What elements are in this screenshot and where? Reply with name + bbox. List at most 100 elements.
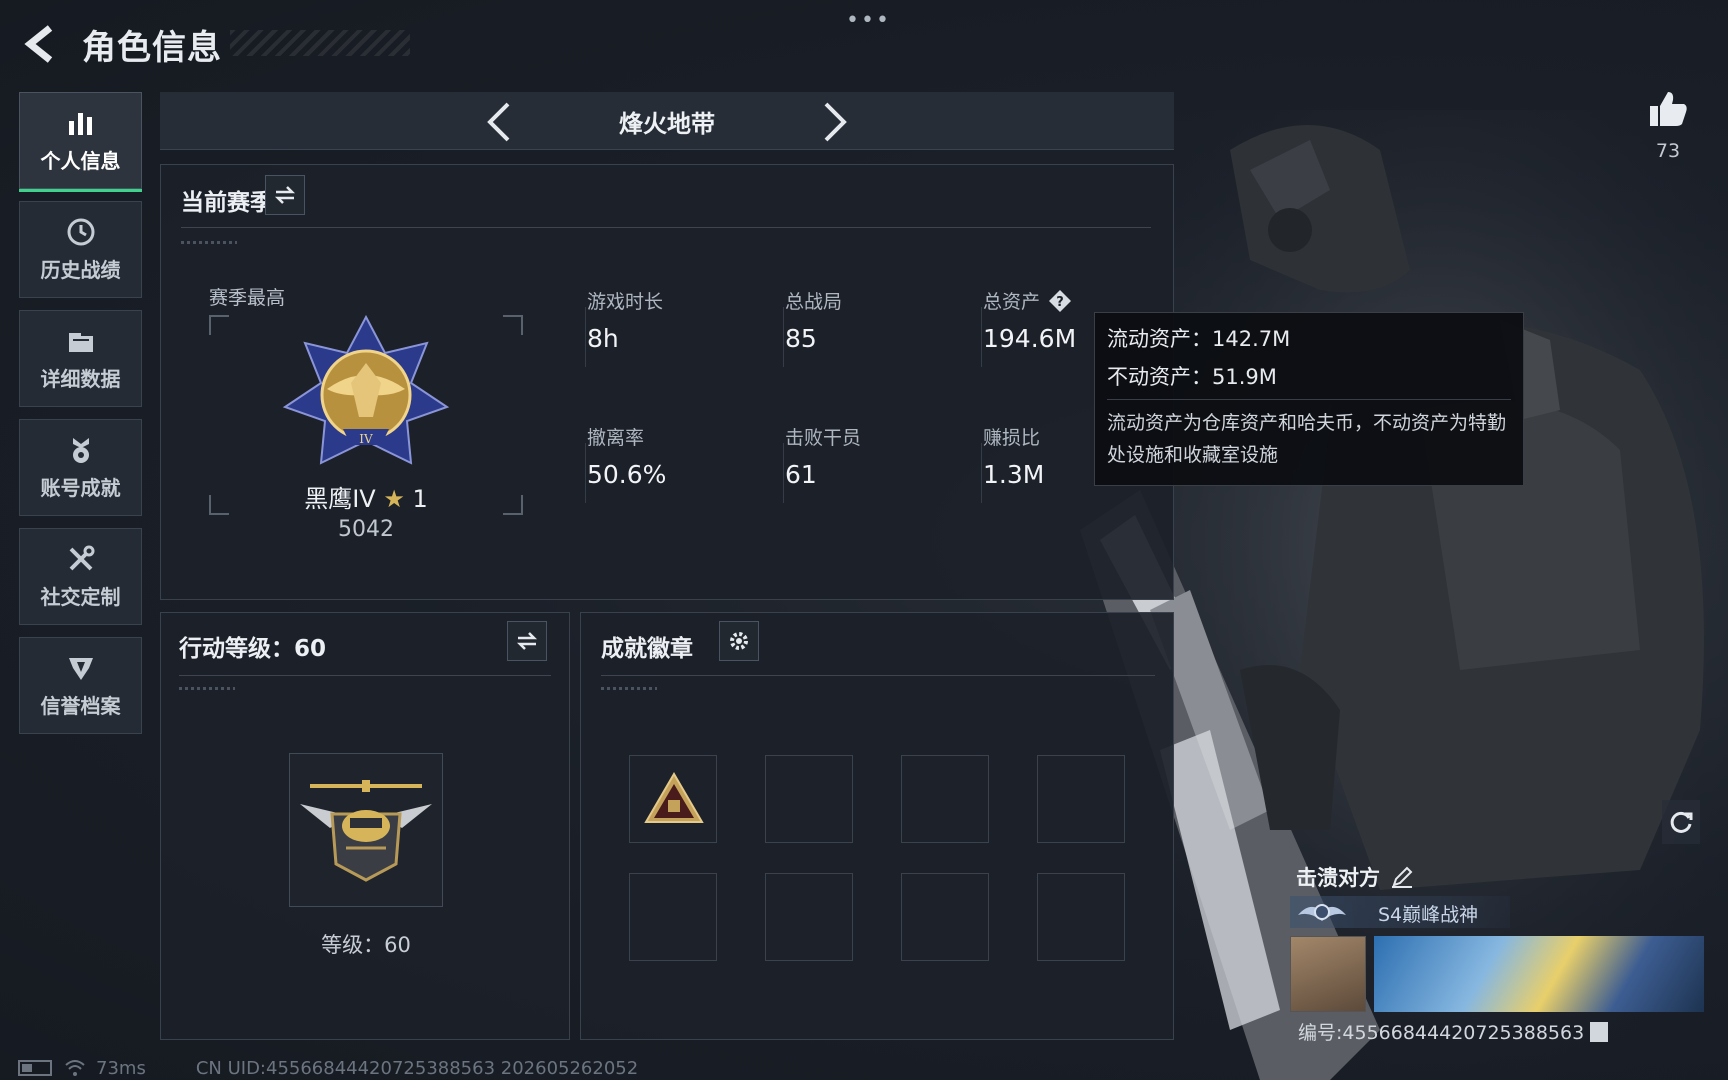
- assets-tooltip: 流动资产：142.7M 不动资产：51.9M 流动资产为仓库资产和哈夫币，不动资…: [1094, 312, 1524, 486]
- medal-icon: [72, 438, 89, 463]
- divider: [179, 675, 551, 676]
- refresh-button[interactable]: [1662, 800, 1700, 844]
- sidebar: 个人信息 历史战绩 详细数据 账号成就 社交定制 信誉档案: [19, 92, 143, 746]
- divider: [585, 443, 586, 503]
- battery-icon: [18, 1060, 52, 1076]
- title-decoration: [230, 30, 410, 56]
- bar-chart-icon: [68, 113, 92, 135]
- sidebar-item-label: 账号成就: [40, 476, 121, 500]
- gear-icon: [730, 632, 748, 650]
- season-switch-button[interactable]: [265, 175, 305, 215]
- level-badge-frame: [289, 753, 443, 907]
- profile-uid: 编号:45566844420725388563: [1298, 1022, 1585, 1044]
- badge-slot-1[interactable]: [629, 755, 717, 843]
- badge-slot-4[interactable]: [1037, 755, 1125, 843]
- badge-slot-5[interactable]: [629, 873, 717, 961]
- sidebar-item-label: 信誉档案: [40, 694, 121, 718]
- swap-icon: [516, 632, 538, 650]
- stat-label: 击败干员: [785, 427, 862, 449]
- achievement-panel-title: 成就徽章: [601, 636, 693, 662]
- shield-badge-icon: [68, 658, 93, 680]
- divider: [981, 307, 982, 367]
- stat-value: 50.6%: [587, 460, 667, 489]
- profile-banner: [1374, 936, 1704, 1012]
- wifi-icon: [65, 1060, 85, 1076]
- refresh-icon: [1670, 811, 1693, 833]
- frame-corner: [503, 315, 523, 335]
- wings-badge-icon: [1298, 904, 1346, 921]
- like-button[interactable]: 73: [1640, 88, 1696, 162]
- star-icon: ★: [383, 485, 405, 513]
- badge-slot-6[interactable]: [765, 873, 853, 961]
- svg-text:?: ?: [1056, 295, 1064, 310]
- achievement-badges-panel: 成就徽章: [580, 612, 1174, 1040]
- stat-label: 总资产: [983, 291, 1041, 313]
- sidebar-item-personal-info[interactable]: 个人信息: [19, 92, 142, 192]
- edit-icon[interactable]: [1390, 865, 1414, 889]
- stat-label-row: 总资产 ?: [983, 287, 1163, 314]
- tooltip-fixed-assets: 不动资产：51.9M: [1107, 365, 1277, 389]
- level-switch-button[interactable]: [507, 621, 547, 661]
- tick-decoration: [181, 241, 237, 244]
- card-title-row: 击溃对方: [1296, 862, 1414, 892]
- profile-card: 击溃对方 S4巅峰战神 编号:45566844420725388563: [1290, 862, 1710, 1045]
- helicopter-badge-icon: [300, 780, 432, 882]
- frame-corner: [209, 315, 229, 335]
- sidebar-item-social[interactable]: 社交定制: [19, 528, 142, 625]
- sidebar-item-achievements[interactable]: 账号成就: [19, 419, 142, 516]
- tools-icon: [69, 545, 94, 571]
- sidebar-item-label: 历史战绩: [40, 258, 121, 282]
- tooltip-liquid-assets: 流动资产：142.7M: [1107, 327, 1291, 351]
- thumbs-up-icon: [1650, 92, 1687, 126]
- badge-slot-3[interactable]: [901, 755, 989, 843]
- swap-icon: [274, 186, 296, 204]
- stat-play-time: 游戏时长 8h: [587, 287, 767, 353]
- rank-badge-icon: IV: [282, 314, 450, 465]
- avatar[interactable]: [1290, 936, 1366, 1012]
- copy-icon[interactable]: [1590, 1021, 1609, 1042]
- divider: [783, 443, 784, 503]
- tick-decoration: [179, 687, 235, 690]
- title-badge: S4巅峰战神: [1290, 896, 1510, 928]
- badge-slot-7[interactable]: [901, 873, 989, 961]
- sidebar-item-history[interactable]: 历史战绩: [19, 201, 142, 298]
- status-bar: 73ms CN UID:45566844420725388563 2026052…: [18, 1056, 918, 1080]
- back-arrow-icon[interactable]: [20, 22, 60, 66]
- chevron-right-icon[interactable]: [818, 100, 852, 144]
- badge-slot-8[interactable]: [1037, 873, 1125, 961]
- rank-name-row: 黑鹰IV ★ 1: [209, 479, 523, 514]
- stat-operators-defeated: 击败干员 61: [785, 423, 965, 489]
- sidebar-item-reputation[interactable]: 信誉档案: [19, 637, 142, 734]
- clock-icon: [67, 218, 94, 246]
- card-title: 击溃对方: [1296, 866, 1380, 890]
- profile-uid-row: 编号:45566844420725388563: [1298, 1018, 1609, 1045]
- folder-icon: [68, 333, 93, 352]
- badge-slot-2[interactable]: [765, 755, 853, 843]
- svg-text:IV: IV: [359, 432, 373, 446]
- tick-decoration: [601, 687, 657, 690]
- sidebar-item-details[interactable]: 详细数据: [19, 310, 142, 407]
- help-icon[interactable]: ?: [1048, 289, 1072, 313]
- title-badge-text: S4巅峰战神: [1378, 904, 1479, 926]
- tooltip-description: 流动资产为仓库资产和哈夫币，不动资产为特勤处设施和收藏室设施: [1107, 412, 1507, 466]
- mode-selector: 烽火地带: [160, 92, 1174, 150]
- warning-triangle-badge-icon: [644, 772, 704, 823]
- stat-label: 总战局: [785, 291, 843, 313]
- mode-title: 烽火地带: [619, 110, 715, 138]
- season-best-label: 赛季最高: [209, 287, 286, 309]
- divider: [601, 675, 1155, 676]
- sidebar-item-label: 详细数据: [40, 367, 121, 391]
- divider: [181, 227, 1151, 228]
- level-panel-title: 行动等级：60: [179, 636, 327, 662]
- stat-label: 游戏时长: [587, 291, 664, 313]
- achievement-settings-button[interactable]: [719, 621, 759, 661]
- rank-stars: 1: [412, 485, 428, 513]
- action-level-panel: 行动等级：60 等级：60: [160, 612, 570, 1040]
- divider: [585, 307, 586, 367]
- sidebar-item-label: 社交定制: [40, 585, 121, 609]
- stat-extract-rate: 撤离率 50.6%: [587, 423, 767, 489]
- page-title: 角色信息: [82, 28, 222, 68]
- more-menu-button[interactable]: •••: [846, 8, 891, 33]
- stat-value: 61: [785, 460, 817, 489]
- ping-text: 73ms: [96, 1057, 146, 1079]
